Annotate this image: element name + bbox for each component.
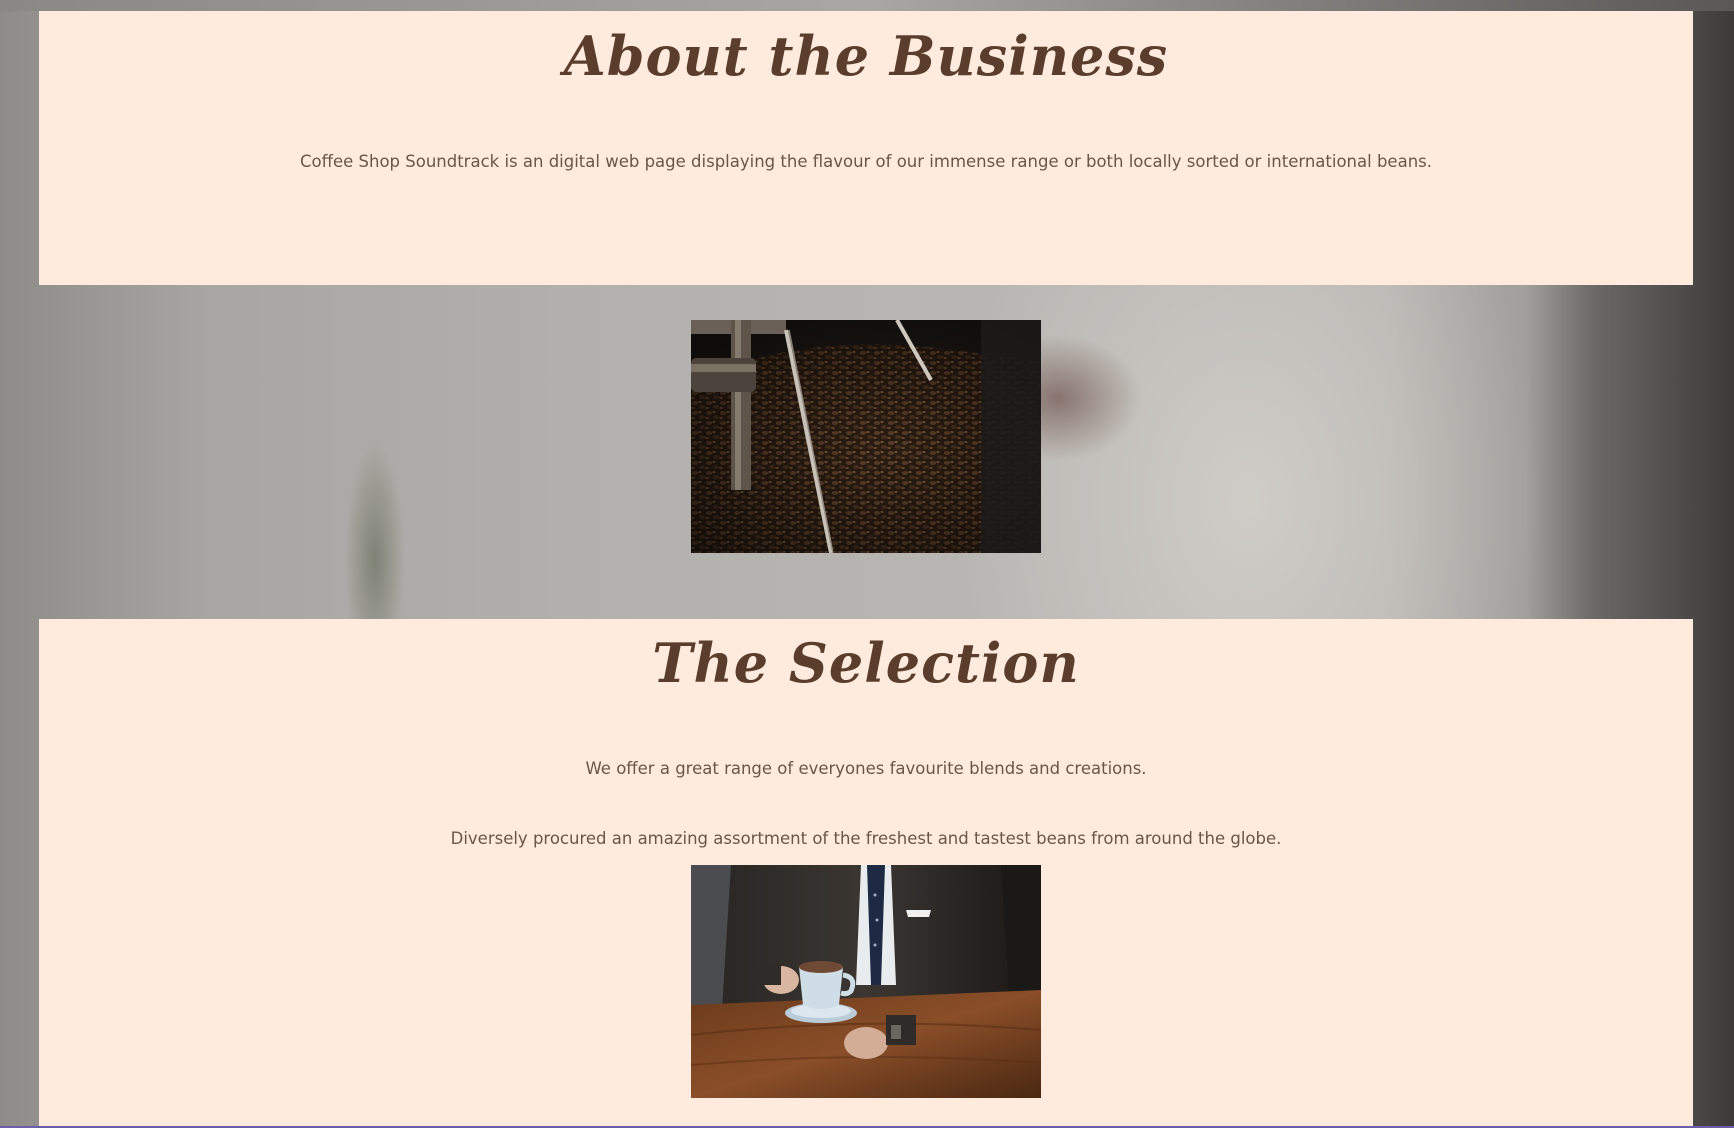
businessman-coffee-cup-image [691,865,1041,1098]
page-top-strip [0,0,1734,11]
coffee-roaster-beans-image [691,320,1041,553]
selection-description-1: We offer a great range of everyones favo… [585,759,1147,778]
selection-heading: The Selection [652,631,1080,695]
about-section: About the Business Coffee Shop Soundtrac… [39,11,1693,285]
about-description: Coffee Shop Soundtrack is an digital web… [299,152,1432,171]
about-heading: About the Business [563,24,1169,88]
selection-description-2: Diversely procured an amazing assortment… [450,829,1282,848]
